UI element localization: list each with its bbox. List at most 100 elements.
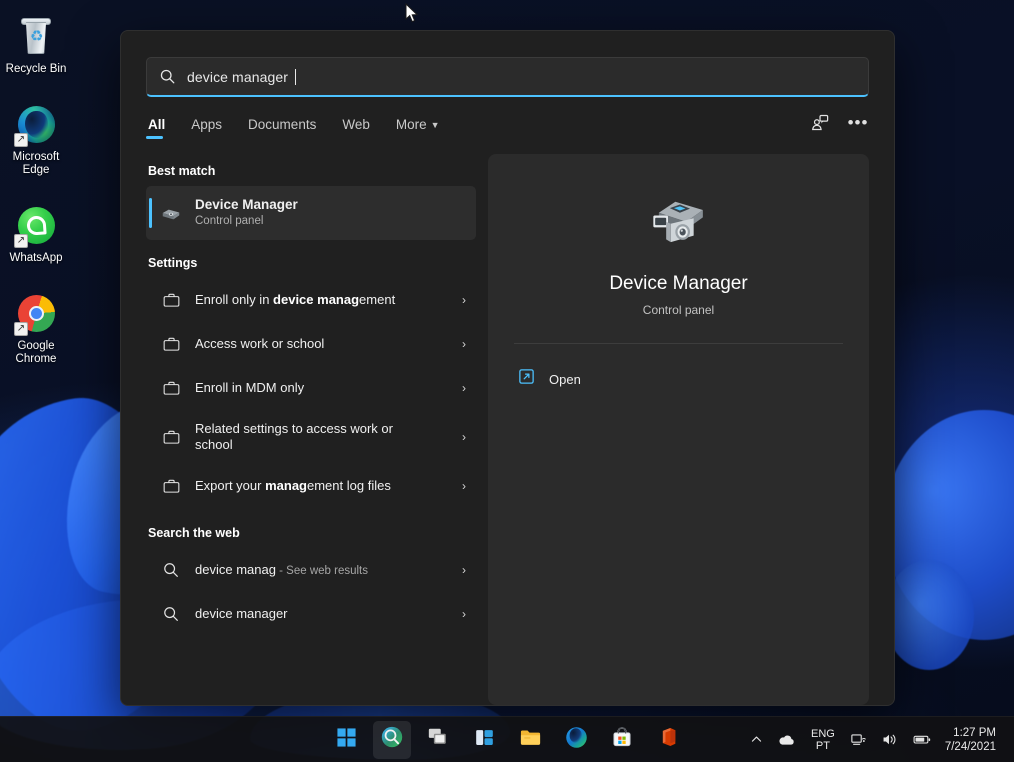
feedback-icon[interactable] [809, 112, 831, 134]
tab-label: Apps [191, 117, 222, 132]
network-button[interactable] [843, 723, 874, 757]
speaker-icon [881, 731, 898, 748]
desktop-icon-recycle-bin[interactable]: ♻ Recycle Bin [0, 10, 72, 80]
office-button[interactable] [649, 721, 687, 759]
result-web-device-manag[interactable]: device manag - See web results › [146, 548, 476, 592]
chevron-right-icon[interactable]: › [456, 430, 466, 444]
result-text: Export your management log files [195, 478, 443, 494]
open-external-icon [518, 368, 535, 390]
chevron-down-icon: ▼ [431, 120, 440, 130]
briefcase-icon [160, 426, 182, 448]
result-best-match-device-manager[interactable]: Device Manager Control panel [146, 186, 476, 240]
language-indicator[interactable]: ENG PT [803, 728, 843, 752]
tab-documents[interactable]: Documents [246, 111, 318, 142]
briefcase-icon [160, 333, 182, 355]
result-text: Related settings to access work or schoo… [195, 421, 443, 453]
microsoft-edge-button[interactable] [557, 721, 595, 759]
search-icon [160, 559, 182, 581]
network-icon [850, 731, 867, 748]
taskbar: ENG PT 1:27 PM [0, 716, 1014, 762]
task-view-icon [427, 726, 449, 753]
tab-web[interactable]: Web [340, 111, 372, 142]
show-hidden-icons-button[interactable] [743, 723, 770, 757]
result-title-post: ement [359, 292, 395, 307]
search-flyout-panel: device manager All Apps Documents Web Mo… [120, 30, 895, 706]
preview-divider [514, 343, 843, 344]
result-subtitle: Control panel [195, 214, 466, 229]
search-button[interactable] [373, 721, 411, 759]
result-text: device manag - See web results [195, 562, 443, 579]
result-query: device manag [195, 562, 276, 577]
search-tabs-row: All Apps Documents Web More▼ [121, 97, 894, 142]
chevron-right-icon[interactable]: › [456, 479, 466, 493]
chevron-right-icon[interactable]: › [456, 563, 466, 577]
ellipsis-label: ••• [848, 114, 869, 131]
language-region: PT [811, 740, 835, 752]
result-text: Enroll only in device management [195, 292, 443, 308]
desktop-icon-microsoft-edge[interactable]: ↗ Microsoft Edge [0, 98, 72, 181]
section-heading-search-the-web: Search the web [146, 508, 476, 548]
file-explorer-button[interactable] [511, 721, 549, 759]
result-web-device-manager[interactable]: device manager › [146, 592, 476, 636]
section-heading-settings: Settings [146, 240, 476, 278]
desktop-icon-label: WhatsApp [0, 252, 72, 265]
result-settings-enroll-mdm-only[interactable]: Enroll in MDM only › [146, 366, 476, 410]
microsoft-store-button[interactable] [603, 721, 641, 759]
result-title: Enroll in MDM only [195, 380, 443, 396]
recycle-bin-icon: ♻ [15, 16, 57, 58]
volume-button[interactable] [874, 723, 905, 757]
desktop-icon-list: ♻ Recycle Bin ↗ Microsoft Edge ↗ WhatsAp… [0, 8, 72, 388]
desktop-icon-label: Recycle Bin [0, 63, 72, 76]
search-icon [380, 725, 404, 754]
result-text: device manager [195, 606, 443, 622]
result-settings-related-settings-access-work-school[interactable]: Related settings to access work or schoo… [146, 410, 476, 464]
ellipsis-icon[interactable]: ••• [847, 112, 869, 134]
desktop-icon-label: Microsoft Edge [0, 151, 72, 177]
search-icon [160, 603, 182, 625]
task-view-button[interactable] [419, 721, 457, 759]
search-icon [159, 68, 176, 85]
battery-button[interactable] [905, 723, 939, 757]
search-tabs: All Apps Documents Web More▼ [146, 111, 809, 142]
result-title: Export your management log files [195, 478, 443, 494]
result-title: device manag - See web results [195, 562, 443, 579]
preview-title: Device Manager [609, 272, 747, 296]
clock[interactable]: 1:27 PM 7/24/2021 [939, 726, 1006, 754]
onedrive-tray-button[interactable] [770, 723, 803, 757]
chevron-right-icon[interactable]: › [456, 337, 466, 351]
briefcase-icon [160, 377, 182, 399]
preview-action-open[interactable]: Open [514, 358, 585, 400]
preview-action-label: Open [549, 372, 581, 387]
text-caret [295, 69, 296, 85]
desktop-icon-google-chrome[interactable]: ↗ Google Chrome [0, 287, 72, 370]
chevron-right-icon[interactable]: › [456, 381, 466, 395]
microsoft-edge-icon: ↗ [15, 104, 57, 146]
tab-label: All [148, 117, 165, 132]
preview-subtitle: Control panel [643, 303, 714, 317]
tab-all[interactable]: All [146, 111, 167, 142]
whatsapp-icon: ↗ [15, 205, 57, 247]
result-settings-access-work-or-school[interactable]: Access work or school › [146, 322, 476, 366]
tab-apps[interactable]: Apps [189, 111, 224, 142]
result-text: Enroll in MDM only [195, 380, 443, 396]
section-heading-best-match: Best match [146, 154, 476, 186]
result-settings-export-management-log-files[interactable]: Export your management log files › [146, 464, 476, 508]
chevron-right-icon[interactable]: › [456, 293, 466, 307]
shortcut-arrow-icon: ↗ [14, 322, 28, 336]
search-results-column: Best match Device Manager Control panel [146, 154, 476, 705]
chevron-right-icon[interactable]: › [456, 607, 466, 621]
widgets-button[interactable] [465, 721, 503, 759]
cloud-icon [777, 733, 796, 747]
result-title: Access work or school [195, 336, 443, 352]
result-title: device manager [195, 606, 443, 622]
tab-more[interactable]: More▼ [394, 111, 442, 142]
result-title-highlight: device manag [273, 292, 359, 307]
tab-label: Documents [248, 117, 316, 132]
result-settings-enroll-device-management[interactable]: Enroll only in device management › [146, 278, 476, 322]
device-manager-icon [646, 190, 712, 252]
search-toolbar: ••• [809, 112, 869, 142]
search-input[interactable]: device manager [146, 57, 869, 97]
start-button[interactable] [327, 721, 365, 759]
desktop-icon-whatsapp[interactable]: ↗ WhatsApp [0, 199, 72, 269]
preview-pane: Device Manager Control panel Open [488, 154, 869, 705]
